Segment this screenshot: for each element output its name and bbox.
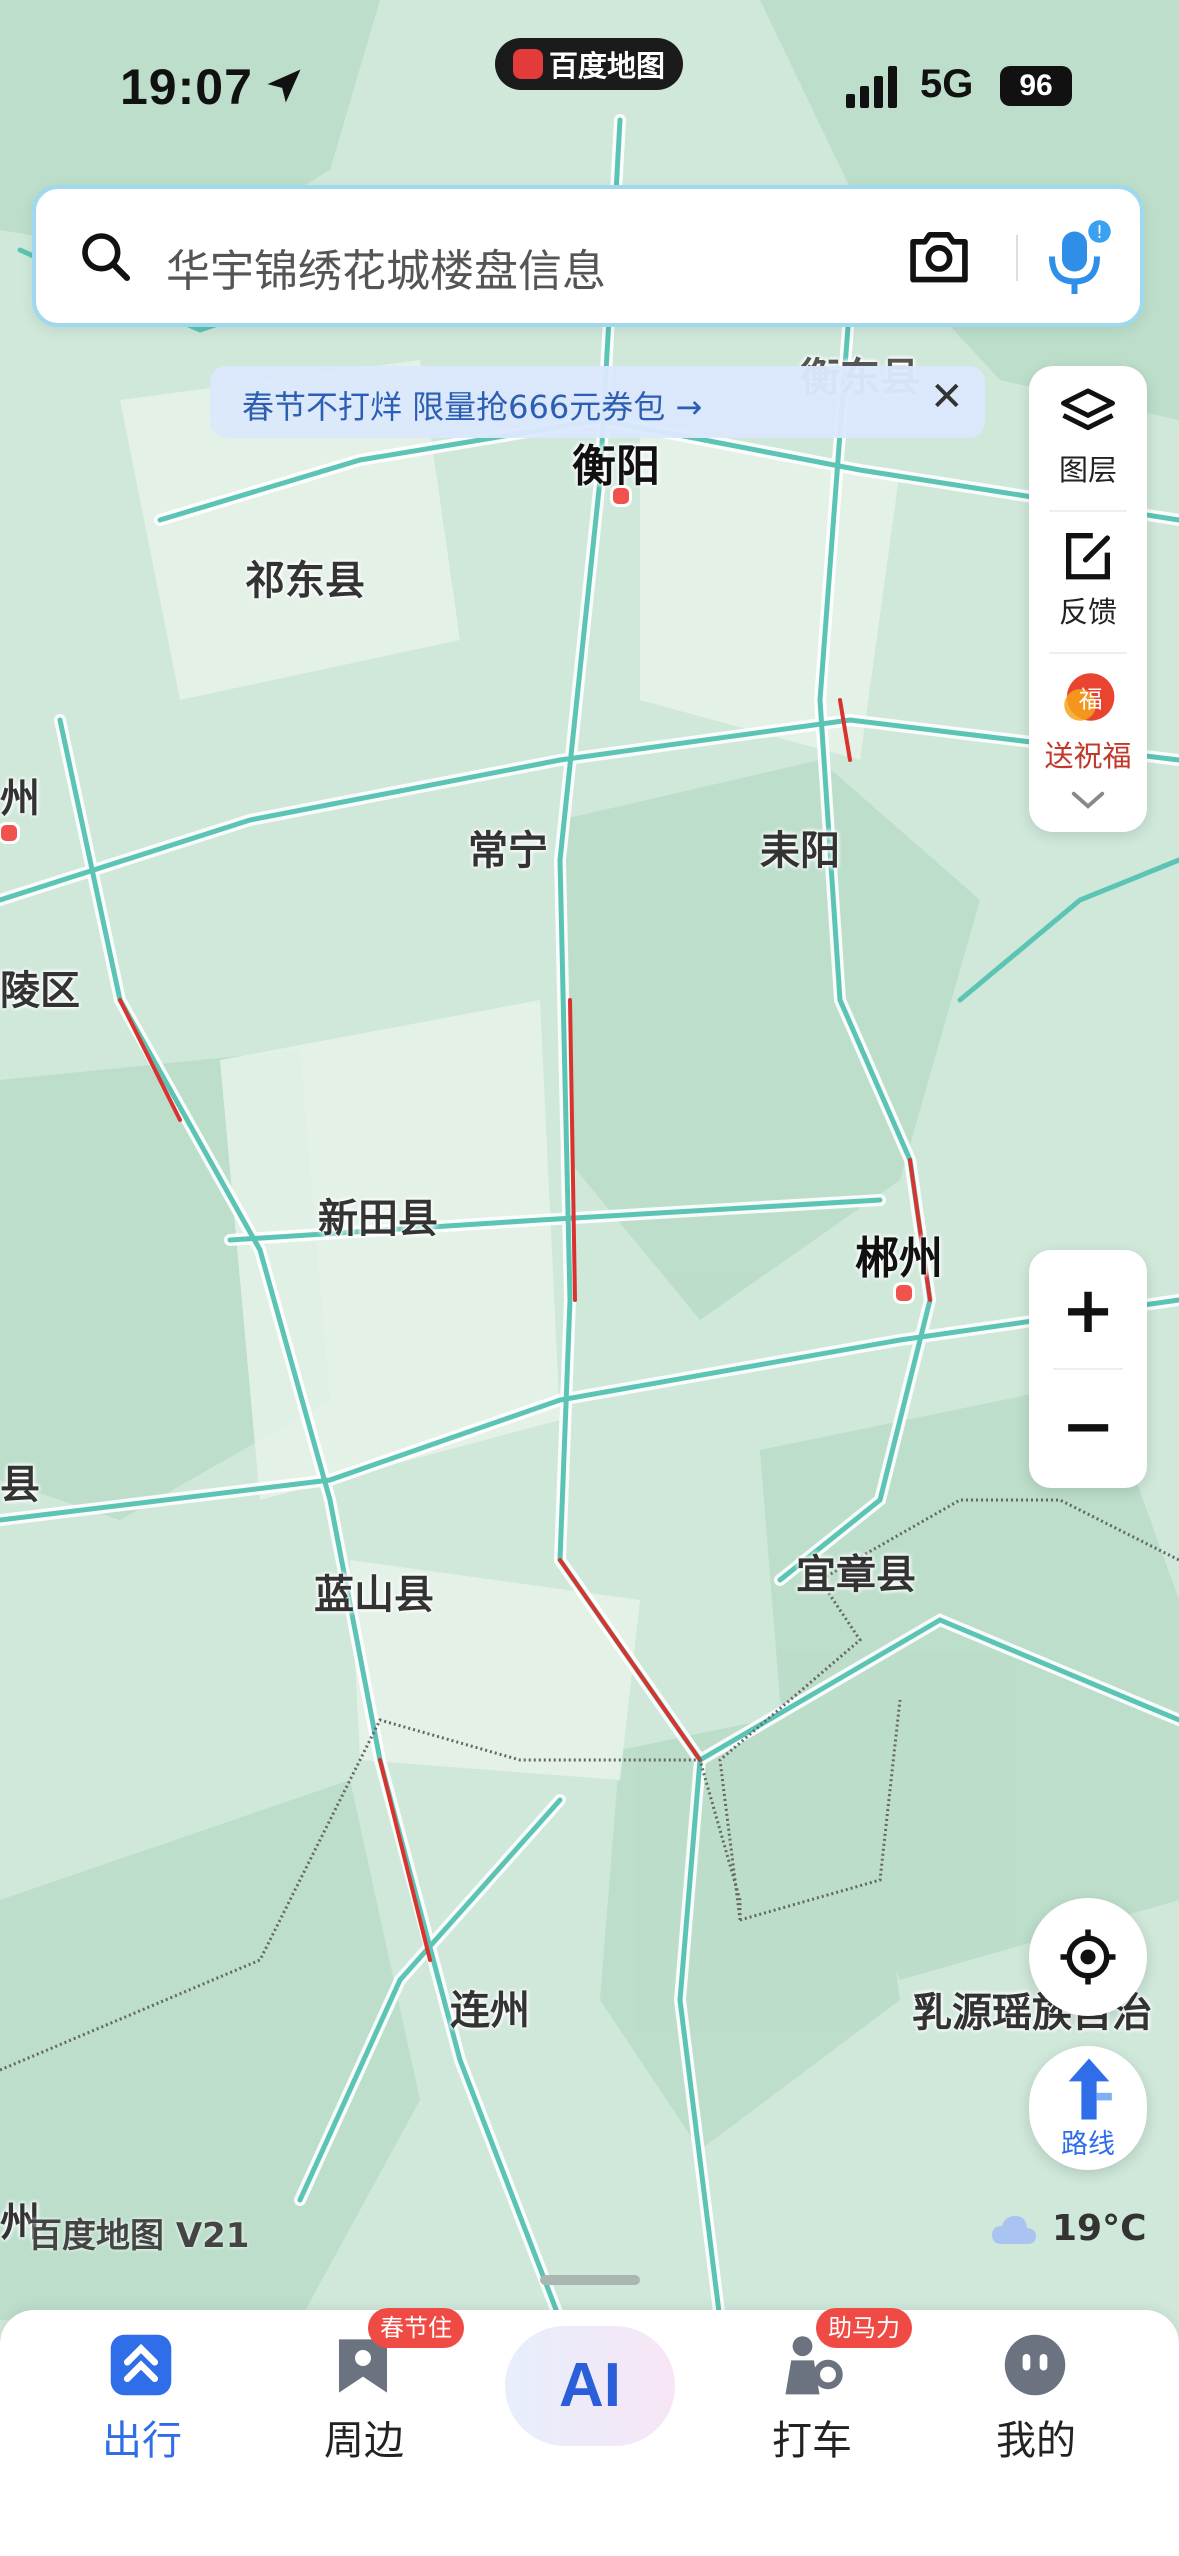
- map-label-leiyang: 耒阳: [760, 828, 840, 874]
- city-dot-hengyang: [610, 485, 632, 507]
- zoom-out-button[interactable]: −: [1029, 1372, 1147, 1482]
- map-label-xintian: 新田县: [318, 1196, 438, 1242]
- promo-close-button[interactable]: ✕: [930, 374, 964, 420]
- map-label-xian-left: 县: [0, 1462, 40, 1508]
- tab-profile-label: 我的: [996, 2418, 1076, 2464]
- tab-taxi-label: 打车: [772, 2418, 852, 2464]
- tab-taxi-badge: 助马力: [816, 2308, 912, 2348]
- location-arrow-icon: [267, 69, 301, 103]
- layers-button[interactable]: 图层: [1029, 386, 1147, 489]
- weather-temperature[interactable]: 19°C: [1052, 2208, 1147, 2249]
- search-bar[interactable]: 华宇锦绣花城楼盘信息 !: [32, 185, 1144, 327]
- map-label-yizhang: 宜章县: [796, 1552, 916, 1598]
- map-label-lanshan: 蓝山县: [314, 1572, 434, 1618]
- city-dot-left: [0, 822, 20, 844]
- tab-travel[interactable]: 出行: [42, 2310, 242, 2530]
- network-type: 5G: [920, 62, 974, 106]
- feedback-button[interactable]: 反馈: [1029, 528, 1147, 631]
- microphone-icon[interactable]: !: [1042, 219, 1112, 299]
- svg-text:福: 福: [1079, 686, 1103, 714]
- map-label-changning: 常宁: [468, 828, 548, 874]
- tab-taxi[interactable]: 助马力 打车: [712, 2308, 912, 2530]
- search-icon: [82, 233, 131, 282]
- tab-profile[interactable]: 我的: [936, 2310, 1136, 2530]
- map-label-qidong: 祁东县: [245, 558, 365, 604]
- map-label-chenzhou[interactable]: 郴州: [855, 1222, 943, 1286]
- route-arrow-icon: [1068, 2058, 1112, 2120]
- svg-text:!: !: [1096, 223, 1103, 243]
- tab-travel-label: 出行: [102, 2418, 182, 2464]
- side-divider: [1049, 652, 1127, 654]
- map-label-ling-qu: 陵区: [0, 968, 80, 1014]
- blessing-label: 送祝福: [1044, 739, 1132, 773]
- city-dot-chenzhou: [893, 1282, 915, 1304]
- layers-icon: [1061, 388, 1115, 431]
- cloud-icon: [992, 2216, 1036, 2244]
- zoom-in-button[interactable]: +: [1029, 1256, 1147, 1366]
- zoom-controls: + −: [1029, 1250, 1147, 1488]
- tab-nearby[interactable]: 春节住 周边: [264, 2308, 464, 2530]
- zoom-divider: [1053, 1368, 1123, 1370]
- app-indicator-pill: 百度地图: [495, 38, 683, 90]
- search-input[interactable]: 华宇锦绣花城楼盘信息: [166, 235, 606, 299]
- ai-assistant-button[interactable]: AI: [505, 2326, 675, 2446]
- locate-me-button[interactable]: [1029, 1898, 1147, 2016]
- feedback-edit-icon: [1066, 533, 1110, 580]
- tab-nearby-badge: 春节住: [368, 2308, 464, 2348]
- baidu-map-logo-icon: [512, 49, 543, 79]
- map-label-lianzhou: 连州: [450, 1988, 530, 2034]
- battery-indicator: 96: [1000, 66, 1072, 106]
- crosshair-icon: [1060, 1929, 1116, 1985]
- chevron-down-icon[interactable]: [1069, 788, 1107, 812]
- signal-icon: [846, 66, 897, 108]
- promo-text[interactable]: 春节不打烊 限量抢666元券包 →: [242, 382, 702, 428]
- status-time: 19:07: [120, 59, 253, 115]
- bottom-tab-bar: 出行 春节住 周边 AI 助马力 打车 我的: [0, 2308, 1179, 2556]
- map-tools-panel: 图层 反馈 福 送祝福: [1029, 366, 1147, 832]
- feedback-label: 反馈: [1058, 595, 1117, 629]
- profile-face-icon: [1004, 2334, 1066, 2396]
- map-watermark: 百度地图 V21: [28, 2216, 250, 2256]
- route-label: 路线: [1061, 2129, 1115, 2160]
- camera-icon[interactable]: [906, 225, 972, 287]
- search-divider: [1016, 235, 1018, 281]
- drawer-handle[interactable]: [540, 2275, 640, 2285]
- route-button[interactable]: 路线: [1029, 2046, 1147, 2170]
- side-divider: [1049, 510, 1127, 512]
- travel-icon: [110, 2334, 172, 2396]
- map-label-zhou-left: 州: [0, 776, 40, 822]
- tab-nearby-label: 周边: [324, 2418, 404, 2464]
- promo-banner[interactable]: 春节不打烊 限量抢666元券包 → ✕: [210, 366, 985, 438]
- app-pill-label: 百度地图: [548, 49, 665, 83]
- layers-label: 图层: [1058, 453, 1117, 487]
- blessing-button[interactable]: 福 送祝福: [1029, 668, 1147, 775]
- blessing-fu-icon: 福: [1064, 673, 1115, 721]
